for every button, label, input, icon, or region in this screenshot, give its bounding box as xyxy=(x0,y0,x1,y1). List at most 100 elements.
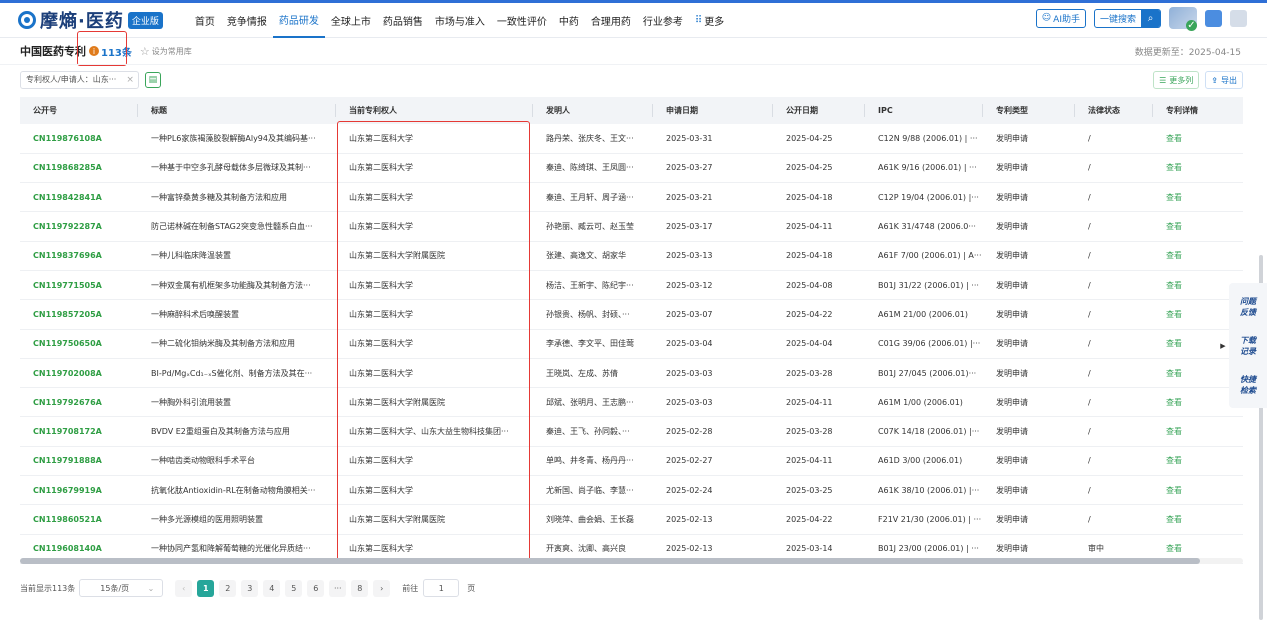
table-cell[interactable]: 一种儿科临床降温装置 xyxy=(138,241,336,270)
table-cell[interactable]: 抗氧化肽Antioxidin-RL在制备动物角膜相关··· xyxy=(138,476,336,505)
column-header[interactable]: 发明人 xyxy=(533,97,653,124)
page-button[interactable]: 8 xyxy=(351,579,369,597)
page-button[interactable]: 4 xyxy=(263,579,281,597)
column-header[interactable]: 当前专利权人 xyxy=(336,97,533,124)
nav-item[interactable]: 合理用药 xyxy=(585,3,637,38)
view-detail-link[interactable]: 查看 xyxy=(1153,124,1243,153)
column-header[interactable]: 专利类型 xyxy=(983,97,1075,124)
table-cell[interactable]: 一种胸外科引流用装置 xyxy=(138,388,336,417)
view-detail-link[interactable]: 查看 xyxy=(1153,476,1243,505)
ai-assistant-button[interactable]: ☺ AI助手 xyxy=(1035,8,1086,28)
table-cell[interactable]: 一种麻醉科术后唤醒装置 xyxy=(138,300,336,329)
nav-item[interactable]: 首页 xyxy=(189,3,221,38)
table-cell[interactable]: BI-Pd/MgₓCd₁₋ₓS催化剂、制备方法及其在··· xyxy=(138,358,336,387)
table-row[interactable]: CN119702008A BI-Pd/MgₓCd₁₋ₓS催化剂、制备方法及其在··… xyxy=(20,358,1243,388)
collapse-arrow-icon[interactable]: ▶ xyxy=(1217,338,1229,354)
view-detail-link[interactable]: 查看 xyxy=(1153,183,1243,212)
table-cell[interactable]: 一种多光源模组的医用照明装置 xyxy=(138,505,336,534)
table-row[interactable]: CN119792676A 一种胸外科引流用装置 山东第二医科大学附属医院 邱斌、张明月… xyxy=(20,388,1243,417)
table-row[interactable]: CN119708172A BVDV E2重组蛋白及其制备方法与应用 山东第二医科大学… xyxy=(20,417,1243,447)
page-button[interactable]: 1 xyxy=(197,579,215,597)
table-row[interactable]: CN119791888A 一种啮齿类动物眼科手术平台 山东第二医科大学 单鸣、井冬青、… xyxy=(20,446,1243,476)
scrollbar-thumb[interactable] xyxy=(20,558,1200,564)
table-cell[interactable]: 一种双金属有机框架多功能酶及其制备方法··· xyxy=(138,270,336,299)
publication-number-link[interactable]: CN119837696A xyxy=(20,241,138,270)
publication-number-link[interactable]: CN119750650A xyxy=(20,329,138,358)
table-cell[interactable]: 防己诺林碱在制备STAG2突变急性髓系白血··· xyxy=(138,212,336,241)
column-header[interactable]: 公开日期 xyxy=(773,97,865,124)
table-row[interactable]: CN119771505A 一种双金属有机框架多功能酶及其制备方法··· 山东第二医科… xyxy=(20,270,1243,300)
column-header[interactable]: 申请日期 xyxy=(653,97,773,124)
quick-search-side-button[interactable]: 快捷检索 xyxy=(1239,374,1257,396)
view-detail-link[interactable]: 查看 xyxy=(1153,446,1243,475)
publication-number-link[interactable]: CN119860521A xyxy=(20,505,138,534)
export-button[interactable]: ⇪ 导出 xyxy=(1205,71,1243,89)
view-detail-link[interactable]: 查看 xyxy=(1153,417,1243,446)
table-row[interactable]: CN119868285A 一种基于中空多孔酵母载体多层微球及其制··· 山东第二医科… xyxy=(20,153,1243,183)
view-detail-link[interactable]: 查看 xyxy=(1153,153,1243,182)
quick-search-button[interactable]: 一键搜索 ⌕ xyxy=(1093,8,1161,28)
column-header[interactable]: 公开号 xyxy=(20,97,138,124)
page-button[interactable]: 3 xyxy=(241,579,259,597)
publication-number-link[interactable]: CN119679919A xyxy=(20,476,138,505)
view-detail-link[interactable]: 查看 xyxy=(1153,505,1243,534)
download-records-button[interactable]: 下载记录 xyxy=(1239,335,1257,357)
user-avatar[interactable] xyxy=(1230,9,1247,27)
nav-more[interactable]: ⠿ 更多 xyxy=(689,3,730,38)
view-detail-link[interactable]: 查看 xyxy=(1153,212,1243,241)
goto-page-input[interactable]: 1 xyxy=(423,579,460,597)
page-button[interactable]: 6 xyxy=(307,579,325,597)
column-header[interactable]: IPC xyxy=(865,97,983,124)
close-icon[interactable]: × xyxy=(126,75,134,85)
table-row[interactable]: CN119750650A 一种二硫化钼纳米酶及其制备方法和应用 山东第二医科大学 李承… xyxy=(20,329,1243,359)
more-columns-button[interactable]: ☰ 更多列 xyxy=(1153,71,1200,89)
nav-item[interactable]: 市场与准入 xyxy=(429,3,491,38)
publication-number-link[interactable]: CN119771505A xyxy=(20,270,138,299)
table-cell[interactable]: 一种二硫化钼纳米酶及其制备方法和应用 xyxy=(138,329,336,358)
publication-number-link[interactable]: CN119708172A xyxy=(20,417,138,446)
app-icon[interactable] xyxy=(1205,9,1222,27)
feedback-button[interactable]: 问题反馈 xyxy=(1239,296,1257,318)
table-row[interactable]: CN119837696A 一种儿科临床降温装置 山东第二医科大学附属医院 张建、高逸文… xyxy=(20,241,1243,271)
column-header[interactable]: 专利详情 xyxy=(1153,97,1243,124)
publication-number-link[interactable]: CN119792287A xyxy=(20,212,138,241)
column-header[interactable]: 法律状态 xyxy=(1075,97,1153,124)
vip-avatar[interactable] xyxy=(1169,7,1197,31)
table-cell[interactable]: 一种基于中空多孔酵母载体多层微球及其制··· xyxy=(138,153,336,182)
horizontal-scrollbar[interactable] xyxy=(20,558,1243,564)
nav-item[interactable]: 全球上市 xyxy=(325,3,377,38)
page-button[interactable]: 2 xyxy=(219,579,237,597)
table-row[interactable]: CN119857205A 一种麻醉科术后唤醒装置 山东第二医科大学 孙银贵、杨帆、封硕… xyxy=(20,300,1243,330)
table-cell[interactable]: 一种啮齿类动物眼科手术平台 xyxy=(138,446,336,475)
table-row[interactable]: CN119876108A 一种PL6家族褐藻胶裂解酶Aly94及其编码基··· 山东… xyxy=(20,124,1243,154)
nav-item[interactable]: 药品研发 xyxy=(272,3,325,38)
filter-icon[interactable]: ▤ xyxy=(144,71,161,88)
publication-number-link[interactable]: CN119868285A xyxy=(20,153,138,182)
publication-number-link[interactable]: CN119876108A xyxy=(20,124,138,153)
table-row[interactable]: CN119679919A 抗氧化肽Antioxidin-RL在制备动物角膜相关··… xyxy=(20,476,1243,505)
nav-item[interactable]: 中药 xyxy=(553,3,585,38)
publication-number-link[interactable]: CN119857205A xyxy=(20,300,138,329)
page-size-select[interactable]: 15条/页 ⌄ xyxy=(79,579,164,597)
nav-item[interactable]: 行业参考 xyxy=(637,3,689,38)
publication-number-link[interactable]: CN119792676A xyxy=(20,388,138,417)
table-cell[interactable]: BVDV E2重组蛋白及其制备方法与应用 xyxy=(138,417,336,446)
nav-item[interactable]: 竞争情报 xyxy=(221,3,273,38)
publication-number-link[interactable]: CN119842841A xyxy=(20,183,138,212)
page-button[interactable]: ··· xyxy=(329,579,347,597)
set-favorite-button[interactable]: ☆ 设为常用库 xyxy=(140,45,192,58)
page-button[interactable]: 5 xyxy=(285,579,303,597)
table-cell[interactable]: 一种PL6家族褐藻胶裂解酶Aly94及其编码基··· xyxy=(138,124,336,153)
nav-item[interactable]: 一致性评价 xyxy=(491,3,553,38)
publication-number-link[interactable]: CN119791888A xyxy=(20,446,138,475)
table-row[interactable]: CN119792287A 防己诺林碱在制备STAG2突变急性髓系白血··· 山东第二… xyxy=(20,212,1243,242)
nav-item[interactable]: 药品销售 xyxy=(377,3,429,38)
table-cell[interactable]: 一种富锌桑黄多糖及其制备方法和应用 xyxy=(138,183,336,212)
prev-page-button[interactable]: ‹ xyxy=(175,579,193,597)
view-detail-link[interactable]: 查看 xyxy=(1153,241,1243,270)
table-row[interactable]: CN119842841A 一种富锌桑黄多糖及其制备方法和应用 山东第二医科大学 秦迪、… xyxy=(20,183,1243,212)
column-header[interactable]: 标题 xyxy=(138,97,336,124)
next-page-button[interactable]: › xyxy=(373,579,391,597)
table-row[interactable]: CN119860521A 一种多光源模组的医用照明装置 山东第二医科大学附属医院 刘晓… xyxy=(20,505,1243,535)
publication-number-link[interactable]: CN119702008A xyxy=(20,358,138,387)
